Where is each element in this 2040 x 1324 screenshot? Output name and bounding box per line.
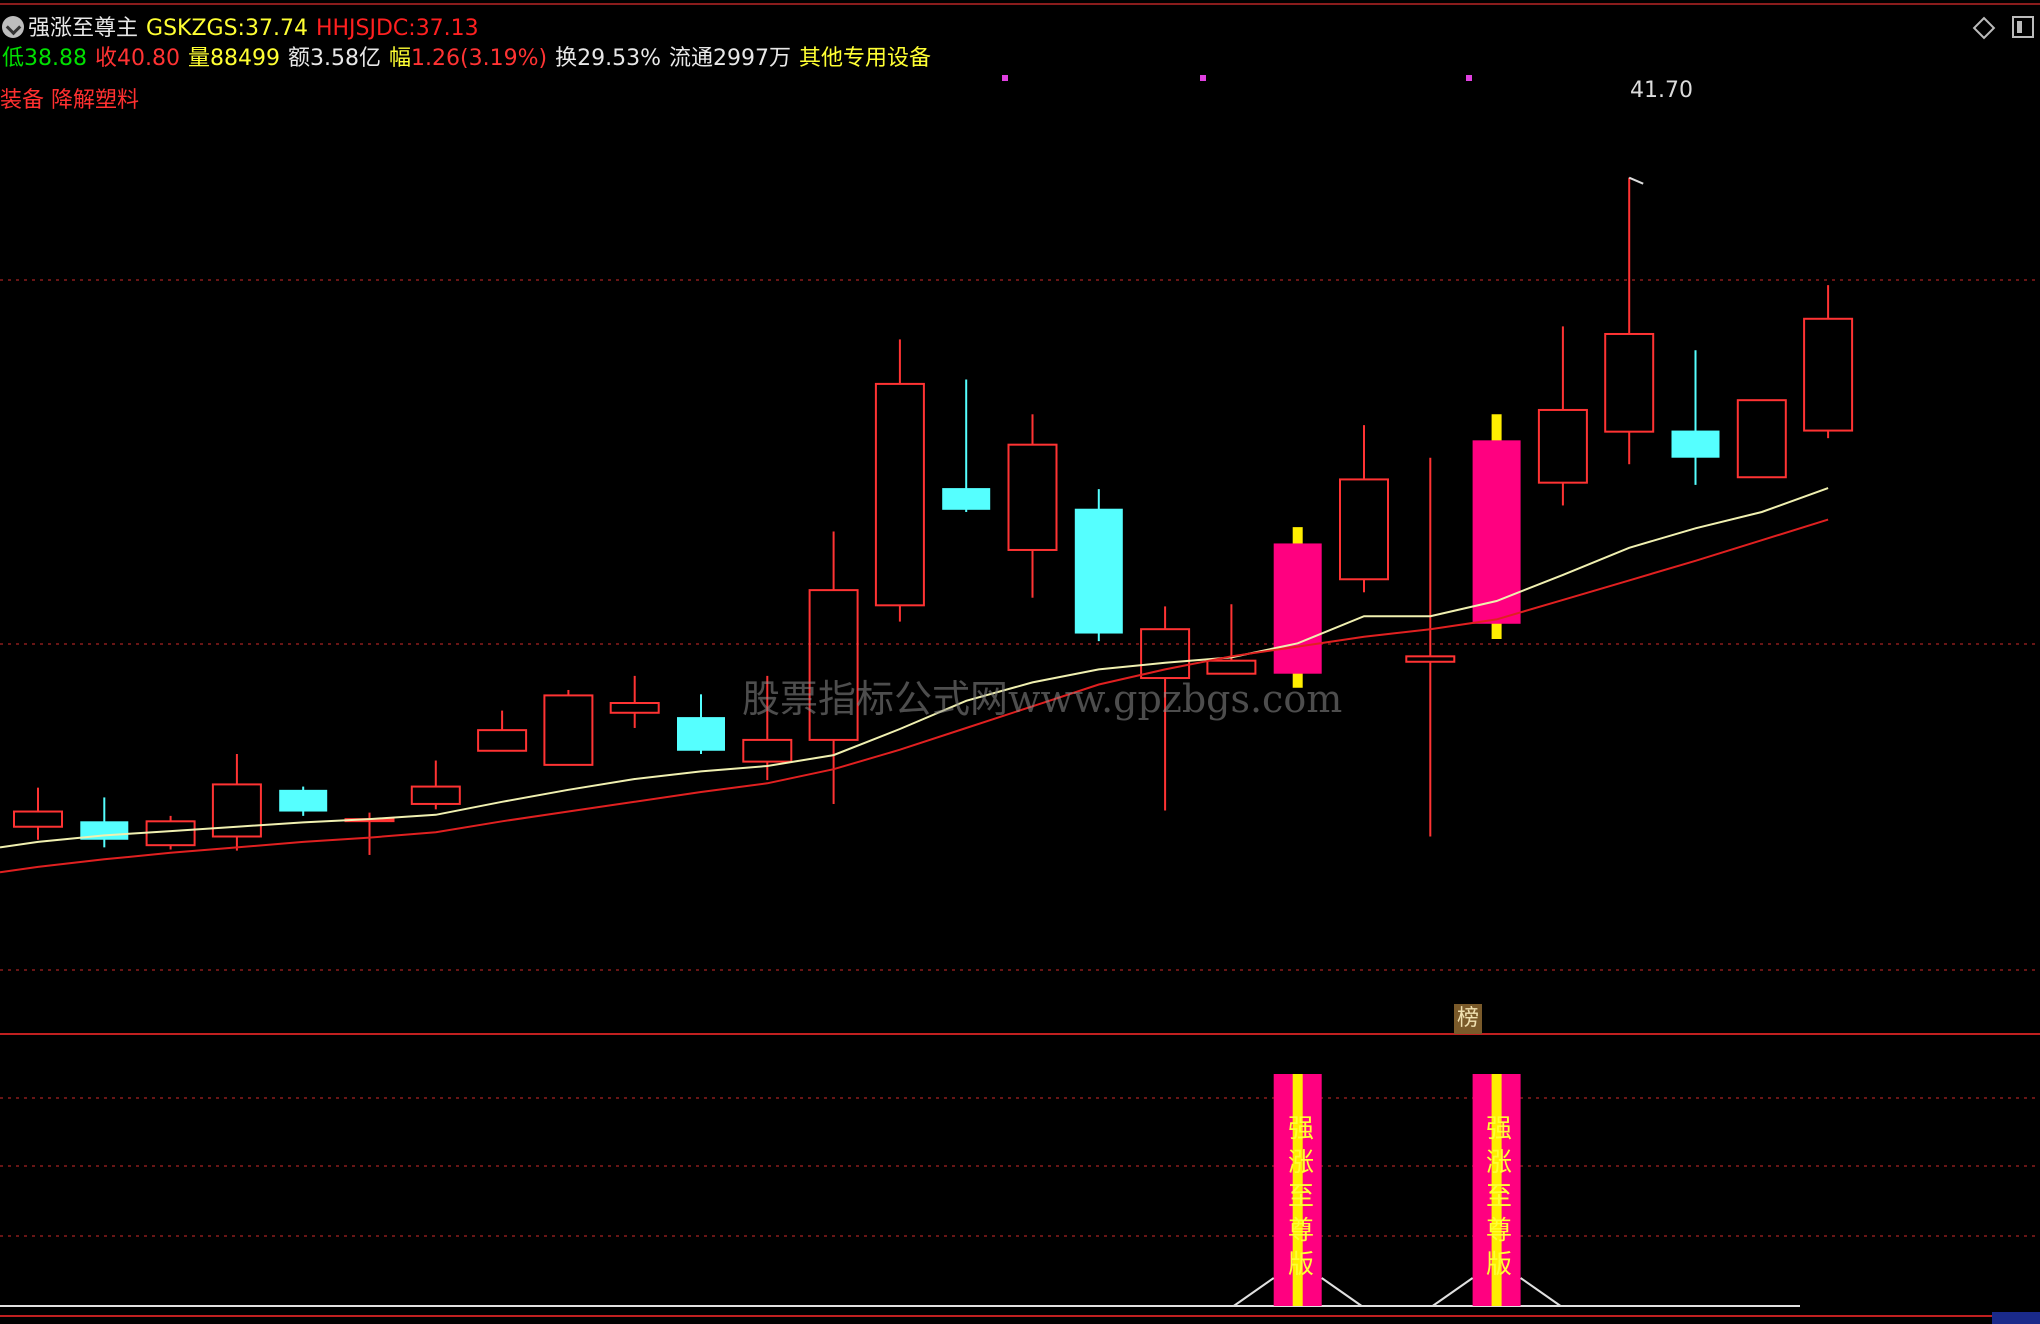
high-leader [1628,176,1644,185]
watermark: 股票指标公式网www.gpzbgs.com [742,677,1343,721]
industry-label: 其他专用设备 [799,46,932,71]
marker-dot [1466,75,1472,81]
float-label: 流通 [669,46,714,71]
price-chart [0,3,2040,1324]
volume-label: 量 [188,46,211,71]
candle-body [609,702,660,714]
panel-toggle-icon[interactable] [2012,16,2034,38]
candle-body [1803,317,1854,432]
candle-body [1472,440,1521,624]
scrollbar-thumb [1992,1312,2040,1324]
close-label: 收 [95,46,118,71]
indicator-name: 强涨至尊主 [28,16,139,41]
candle-body [410,785,461,805]
candle-body [1736,399,1787,479]
candle-body [677,717,725,751]
candle-body [874,382,925,607]
turnover-label: 换 [555,46,578,71]
candle-body [1671,430,1720,458]
amount-label: 额 [288,46,311,71]
candle-body [279,789,328,812]
hhjsjdc-value: 37.13 [415,16,479,41]
float-value: 2997万 [713,46,792,71]
candle-body [1007,443,1058,551]
gskzgs-label: GSKZGS: [146,16,245,41]
quote-info-bar: 低38.88 收40.80 量88499 额3.58亿 幅1.26(3.19%) 换29.… [2,40,931,72]
candle-body [145,820,196,847]
ranking-badge[interactable]: 榜 [1454,1004,1482,1034]
candle-body [1537,408,1588,484]
hhjsjdc-label: HHJSJDC: [315,16,416,41]
low-value: 38.88 [24,46,87,71]
signal-label-1: 强涨至尊版 [1287,1114,1314,1280]
change-label: 幅 [389,46,412,71]
menu-dropdown-icon[interactable] [2,16,24,38]
close-value: 40.80 [117,46,180,71]
candle-body [13,810,63,828]
candle-body [1405,655,1456,663]
candle-body [1074,508,1123,634]
volume-value: 88499 [210,46,281,71]
marker-dot [1002,75,1008,81]
candle-body [1273,543,1322,674]
concept-tags: 装备 降解塑料 [0,88,139,113]
indicator-header: 强涨至尊主 GSKZGS:37.74 HHJSJDC:37.13 [2,10,479,42]
candle-body [543,694,594,766]
low-label: 低 [2,46,25,71]
marker-dot [1200,75,1206,81]
candle-body [1339,478,1389,581]
candle-body [942,488,991,510]
turnover-value: 29.53% [577,46,661,71]
amount-value: 3.58亿 [310,46,382,71]
change-value: 1.26(3.19%) [411,46,548,71]
candle-body [1604,332,1655,433]
candle-body [742,738,793,763]
signal-label-2: 强涨至尊版 [1485,1114,1512,1280]
candle-body [477,729,528,752]
high-price-label: 41.70 [1630,78,1693,103]
gskzgs-value: 37.74 [244,16,308,41]
